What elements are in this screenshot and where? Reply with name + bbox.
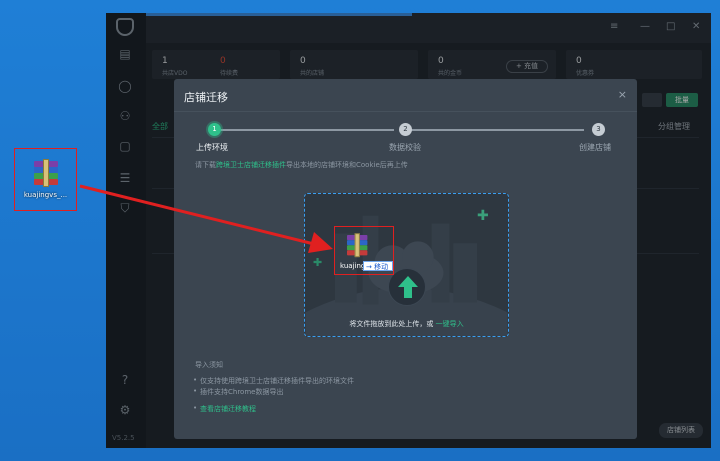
desktop-file[interactable]: kuajingvs_... — [14, 148, 77, 211]
rar-archive-icon — [33, 158, 58, 187]
plus-icon: ✚ — [313, 256, 323, 269]
step-2-dot: 2 — [399, 123, 412, 136]
step-3-label: 创建店铺 — [579, 143, 611, 152]
modal-title: 店铺迁移 — [184, 91, 228, 104]
notes-title: 导入须知 — [195, 361, 223, 369]
tutorial-link[interactable]: 查看店铺迁移教程 — [193, 404, 256, 414]
plus-icon: ✚ — [477, 208, 489, 224]
store-migration-modal: 店铺迁移 × 1 上传环境 2 数据校验 3 创建店铺 请下载跨境卫士店铺迁移插… — [174, 79, 637, 439]
rar-archive-icon — [347, 233, 368, 258]
step-1-dot: 1 — [208, 123, 221, 136]
dragged-file-name: kuajing — [340, 262, 366, 270]
step-2-label: 数据校验 — [389, 143, 421, 152]
close-icon[interactable]: × — [618, 88, 627, 101]
desktop-file-name: kuajingvs_... — [23, 190, 68, 199]
download-hint: 请下载跨境卫士店铺迁移插件导出本地的店铺环境和Cookie后再上传 — [195, 161, 408, 169]
dropzone-text: 将文件拖放到此处上传，或 一键导入 — [349, 320, 464, 328]
dragged-file[interactable]: kuajing → 移动 — [334, 226, 394, 275]
step-3-dot: 3 — [592, 123, 605, 136]
stepper: 1 上传环境 2 数据校验 3 创建店铺 — [196, 123, 616, 153]
move-tooltip: → 移动 — [363, 261, 393, 271]
note-item: 插件支持Chrome数据导出 — [193, 387, 284, 397]
step-1-label: 上传环境 — [196, 143, 228, 152]
upload-arrow-icon — [398, 276, 418, 298]
note-item: 仅支持使用跨境卫士店铺迁移插件导出的环境文件 — [193, 376, 354, 386]
modal-header: 店铺迁移 × — [174, 79, 637, 112]
plugin-link[interactable]: 跨境卫士店铺迁移插件 — [216, 161, 286, 169]
one-click-import-link[interactable]: 一键导入 — [436, 320, 464, 328]
